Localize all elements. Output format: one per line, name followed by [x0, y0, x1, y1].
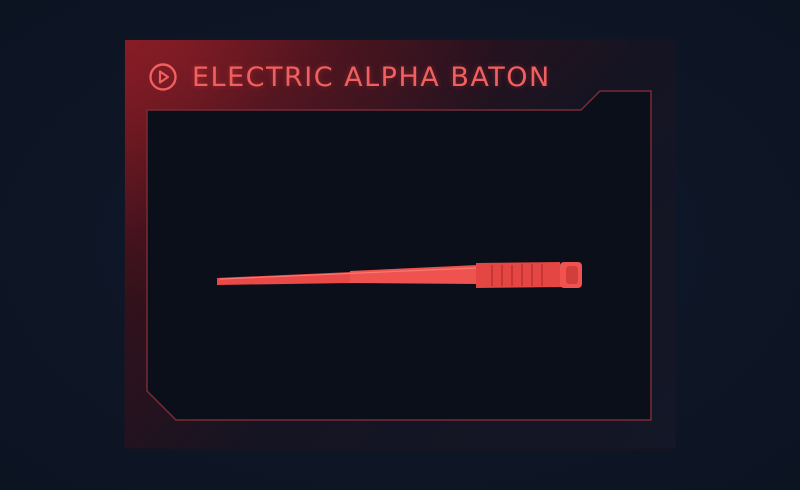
baton-icon [217, 262, 582, 288]
screen: ELECTRIC ALPHA BATON [0, 0, 800, 490]
weapon-preview[interactable] [0, 0, 800, 490]
